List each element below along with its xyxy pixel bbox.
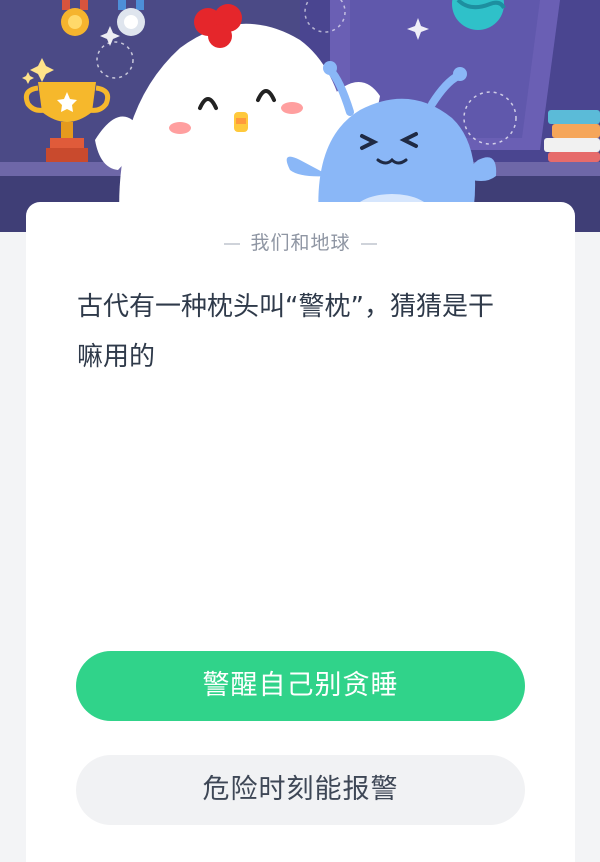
- answer-option-b[interactable]: 危险时刻能报警: [76, 755, 525, 825]
- category-label: 我们和地球: [26, 228, 575, 255]
- divider-right: [360, 242, 377, 245]
- divider-left: [224, 242, 241, 245]
- answer-option-a[interactable]: 警醒自己别贪睡: [76, 651, 525, 721]
- books-icon: [544, 110, 600, 162]
- header-illustration: [0, 0, 600, 232]
- category-text: 我们和地球: [250, 232, 351, 254]
- question-text: 古代有一种枕头叫“警枕”，猜猜是干嘛用的: [77, 292, 494, 372]
